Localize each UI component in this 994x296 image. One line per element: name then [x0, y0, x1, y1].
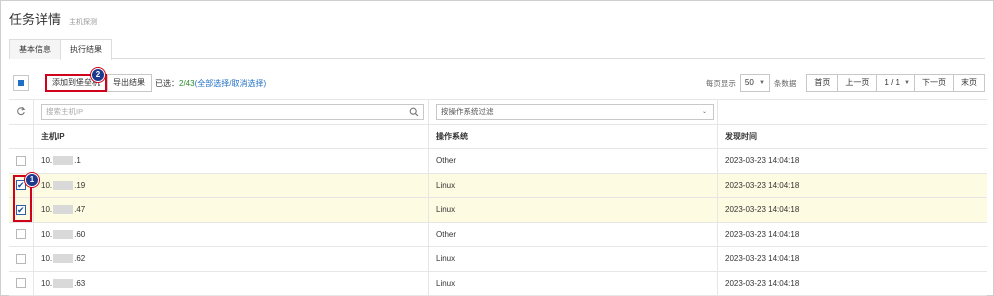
page-size-select[interactable]: 50 ▼	[739, 74, 770, 92]
prev-page-button[interactable]: 上一页	[837, 74, 878, 92]
tab-bar: 基本信息 执行结果	[9, 39, 985, 60]
task-detail-page: 任务详情 主机探测 基本信息 执行结果 添加到堡垒机 导出结果 已选：2/43(…	[0, 0, 994, 296]
ip-redacted-mask	[53, 156, 74, 166]
os-cell: Linux	[429, 198, 718, 222]
search-icon[interactable]	[409, 107, 419, 122]
refresh-icon[interactable]	[16, 106, 26, 118]
os-cell: Other	[429, 149, 718, 173]
row-select-cell	[9, 222, 34, 246]
host-results-table: 搜索主机IP 按操作系统过滤 ⌄ 主机IP 操作系统 发现时间 10. .1 O…	[9, 99, 987, 296]
discovered-time-cell: 2023-03-23 14:04:18	[725, 229, 800, 239]
column-header-os[interactable]: 操作系统	[429, 124, 718, 148]
filter-row: 搜索主机IP 按操作系统过滤 ⌄	[9, 100, 987, 125]
ip-filter-cell: 搜索主机IP	[34, 100, 429, 124]
host-ip-cell: 10. .1	[34, 149, 429, 173]
partial-selection-mark	[18, 80, 24, 86]
tab-execution-result[interactable]: 执行结果	[60, 39, 112, 60]
ip-prefix: 10.	[41, 229, 53, 239]
host-ip-cell: 10. .60	[34, 222, 429, 246]
column-header-time[interactable]: 发现时间	[718, 125, 987, 149]
selection-summary: 已选：2/43(全部选择/取消选择)	[155, 78, 266, 89]
page-header: 任务详情 主机探测	[9, 9, 98, 27]
discovered-time-cell: 2023-03-23 14:04:18	[725, 278, 800, 288]
ip-prefix: 10.	[41, 205, 53, 215]
table-row[interactable]: 10. .1 Other 2023-03-23 14:04:18	[9, 149, 987, 174]
chevron-down-icon: ▼	[758, 80, 765, 86]
os-filter-select[interactable]: 按操作系统过滤 ⌄	[436, 103, 714, 120]
table-row[interactable]: 10. .63 Linux 2023-03-23 14:04:18	[9, 271, 987, 296]
ip-suffix: .60	[74, 229, 86, 239]
step-badge-1: 1	[25, 173, 39, 187]
ip-redacted-mask	[53, 205, 74, 215]
host-ip-cell: 10. .47	[34, 198, 429, 222]
row-checkbox[interactable]	[16, 253, 26, 264]
header-select-cell	[9, 124, 34, 148]
row-checkbox[interactable]	[16, 278, 26, 289]
selected-prefix: 已选：	[155, 79, 179, 88]
ip-prefix: 10.	[41, 278, 53, 288]
ip-suffix: .62	[74, 254, 86, 264]
ip-redacted-mask	[53, 278, 74, 288]
page-number-select[interactable]: 1 / 1 ▼	[876, 74, 915, 92]
table-row[interactable]: ✔ 10. .19 Linux 2023-03-23 14:04:18	[9, 173, 987, 198]
ip-redacted-mask	[53, 229, 74, 239]
table-row[interactable]: 10. .62 Linux 2023-03-23 14:04:18	[9, 247, 987, 272]
table-header: 主机IP 操作系统 发现时间	[9, 124, 987, 149]
os-cell: Other	[429, 222, 718, 246]
chevron-down-icon: ⌄	[701, 108, 707, 115]
page-title: 任务详情	[9, 12, 62, 27]
os-cell: Linux	[429, 271, 718, 295]
column-header-ip[interactable]: 主机IP	[34, 124, 429, 148]
host-ip-cell: 10. .62	[34, 247, 429, 271]
last-page-button[interactable]: 末页	[953, 74, 985, 92]
host-ip-cell: 10. .63	[34, 271, 429, 295]
page-info: 1 / 1	[884, 78, 900, 87]
row-select-cell	[9, 271, 34, 295]
page-size-value: 50	[744, 78, 754, 87]
step-badge-2: 2	[91, 68, 105, 82]
tab-basic-info[interactable]: 基本信息	[9, 39, 61, 59]
ip-prefix: 10.	[41, 254, 53, 264]
time-filter-cell	[718, 100, 987, 124]
ip-redacted-mask	[53, 254, 74, 264]
row-select-cell	[9, 149, 34, 173]
host-ip-cell: 10. .19	[34, 173, 429, 197]
ip-suffix: .19	[74, 180, 86, 190]
ip-suffix: .47	[74, 205, 86, 215]
discovered-time-cell: 2023-03-23 14:04:18	[725, 205, 800, 215]
ip-redacted-mask	[53, 180, 74, 190]
page-subtitle: 主机探测	[69, 19, 98, 26]
export-results-button[interactable]: 导出结果	[107, 74, 152, 92]
discovered-time-cell: 2023-03-23 14:04:18	[725, 156, 800, 166]
row-select-cell	[9, 247, 34, 271]
ip-prefix: 10.	[41, 156, 53, 166]
row-checkbox[interactable]	[16, 155, 26, 166]
os-filter-cell: 按操作系统过滤 ⌄	[429, 100, 718, 124]
ip-prefix: 10.	[41, 180, 53, 190]
os-cell: Linux	[429, 173, 718, 197]
os-filter-value: 按操作系统过滤	[441, 106, 494, 116]
selected-count: 2/43	[179, 79, 195, 88]
select-all-toggle-link[interactable]: (全部选择/取消选择)	[195, 79, 267, 88]
ip-suffix: .63	[74, 278, 86, 288]
next-page-button[interactable]: 下一页	[914, 74, 954, 92]
result-toolbar: 添加到堡垒机 导出结果 已选：2/43(全部选择/取消选择) 每页显示 50 ▼…	[9, 72, 985, 94]
chevron-down-icon: ▼	[904, 80, 910, 86]
ip-suffix: .1	[74, 156, 81, 166]
per-page-label: 每页显示	[705, 78, 736, 88]
search-placeholder: 搜索主机IP	[46, 106, 84, 116]
refresh-cell	[9, 100, 34, 124]
table-row[interactable]: ✔ 10. .47 Linux 2023-03-23 14:04:18	[9, 198, 987, 223]
table-row[interactable]: 10. .60 Other 2023-03-23 14:04:18	[9, 222, 987, 247]
pagination: 每页显示 50 ▼ 条数据 首页 上一页 1 / 1 ▼ 下一页 末页	[702, 74, 985, 92]
row-checkbox[interactable]	[16, 229, 26, 240]
host-ip-search-input[interactable]: 搜索主机IP	[41, 103, 424, 122]
os-cell: Linux	[429, 247, 718, 271]
records-label: 条数据	[773, 78, 797, 88]
discovered-time-cell: 2023-03-23 14:04:18	[725, 254, 800, 264]
select-all-checkbox[interactable]	[13, 75, 29, 91]
first-page-button[interactable]: 首页	[806, 74, 839, 92]
discovered-time-cell: 2023-03-23 14:04:18	[725, 180, 800, 190]
